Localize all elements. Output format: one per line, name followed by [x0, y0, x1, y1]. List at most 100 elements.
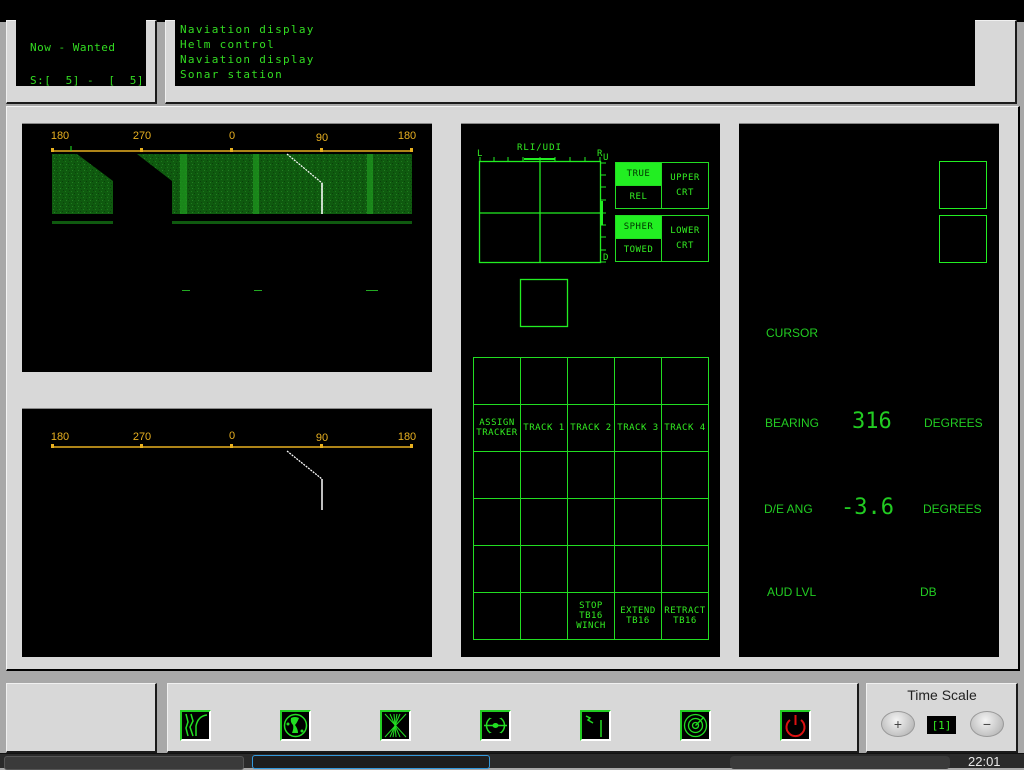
status-header: Now - Wanted	[30, 41, 116, 54]
track-1-button[interactable]: TRACK 1	[520, 404, 568, 452]
grid-cell-label: TRACK 4	[664, 423, 706, 433]
depth-status-box: Now - Wanted S:[ 5] - [ 5] H:[ 55] - [ 1…	[16, 0, 146, 185]
bearing-tick	[51, 444, 54, 448]
grid-cell-empty[interactable]	[520, 498, 568, 546]
contact-trace	[367, 154, 373, 214]
bearing-tick	[51, 148, 54, 152]
history-strip	[52, 221, 113, 224]
lower-waterfall-display[interactable]: 180 270 0 90 180	[22, 408, 432, 657]
grid-cell-empty[interactable]	[473, 357, 521, 405]
history-strip	[172, 221, 412, 224]
time-scale-title: Time Scale	[907, 687, 977, 703]
grid-cell-label: STOP TB16 WINCH	[576, 601, 606, 631]
track-2-button[interactable]: TRACK 2	[567, 404, 615, 452]
cursor-trace	[286, 450, 323, 480]
grid-cell-empty[interactable]	[614, 451, 662, 499]
bearing-tick	[140, 444, 143, 448]
status-row-speed: S:[ 5] - [ 5]	[30, 74, 144, 87]
radar-icon[interactable]	[680, 710, 711, 741]
os-taskbar: 22:01	[0, 753, 1024, 770]
stop-tb16-winch-button[interactable]: STOP TB16 WINCH	[567, 592, 615, 640]
taskbar-active-button[interactable]	[252, 755, 490, 769]
grid-cell-empty[interactable]	[520, 545, 568, 593]
bearing-tick	[230, 444, 233, 448]
log-line: Naviation display	[180, 53, 315, 66]
spher-toggle[interactable]: SPHER	[615, 215, 662, 239]
contact-trace	[180, 154, 187, 214]
waterfall-display-icon[interactable]	[180, 710, 211, 741]
torpedo-launch-icon[interactable]	[580, 710, 611, 741]
bearing-value: 316	[852, 409, 892, 434]
grid-cell-label: TRACK 3	[617, 423, 659, 433]
grid-cell-empty[interactable]	[473, 545, 521, 593]
upper-waterfall-graphic	[51, 146, 413, 291]
contact-marker	[182, 290, 190, 291]
log-line: Helm control	[180, 38, 276, 51]
grid-cell-empty[interactable]	[661, 498, 709, 546]
grid-cell-empty[interactable]	[661, 451, 709, 499]
grid-cell-empty[interactable]	[473, 451, 521, 499]
grid-cell-empty[interactable]	[614, 545, 662, 593]
upper-crt-label: UPPER	[670, 172, 700, 183]
grid-cell-empty[interactable]	[567, 545, 615, 593]
de-ang-unit: DEGREES	[923, 502, 982, 516]
grid-cell-empty[interactable]	[520, 592, 568, 640]
indicator-box-lower	[939, 215, 987, 263]
contact-trace	[253, 154, 259, 214]
lower-waterfall-graphic	[51, 444, 413, 510]
status-box-indicator	[519, 278, 569, 328]
grid-cell-empty[interactable]	[567, 451, 615, 499]
track-3-button[interactable]: TRACK 3	[614, 404, 662, 452]
de-ang-label: D/E ANG	[764, 502, 813, 516]
periscope-icon[interactable]	[480, 710, 511, 741]
grid-cell-label: EXTEND TB16	[620, 606, 656, 626]
grid-cell-label: ASSIGN TRACKER	[476, 418, 518, 438]
bearing-tick	[410, 444, 413, 448]
grid-cell-label: TRACK 1	[523, 423, 565, 433]
waterfall-noise-region	[52, 154, 113, 214]
grid-cell-empty[interactable]	[520, 357, 568, 405]
grid-cell-empty[interactable]	[661, 357, 709, 405]
log-line: Sonar station	[180, 68, 283, 81]
station-toolbar	[167, 683, 859, 753]
bearing-tick	[320, 148, 323, 152]
true-toggle[interactable]: TRUE	[615, 162, 662, 186]
grid-cell-label: TRACK 2	[570, 423, 612, 433]
grid-cell-empty[interactable]	[567, 498, 615, 546]
assign-tracker-button[interactable]: ASSIGN TRACKER	[473, 404, 521, 452]
rel-toggle[interactable]: REL	[615, 185, 662, 209]
upper-crt-label: CRT	[676, 187, 694, 198]
grid-cell-empty[interactable]	[520, 451, 568, 499]
extend-tb16-button[interactable]: EXTEND TB16	[614, 592, 662, 640]
grid-cell-empty[interactable]	[473, 592, 521, 640]
cursor-readout-panel: CURSOR BEARING 316 DEGREES D/E ANG -3.6 …	[739, 123, 999, 657]
grid-cell-empty[interactable]	[567, 357, 615, 405]
grid-cell-empty[interactable]	[473, 498, 521, 546]
retract-tb16-button[interactable]: RETRACT TB16	[661, 592, 709, 640]
track-4-button[interactable]: TRACK 4	[661, 404, 709, 452]
grid-cell-empty[interactable]	[661, 545, 709, 593]
time-scale-increase-button[interactable]: +	[881, 711, 915, 737]
power-icon[interactable]	[780, 710, 811, 741]
indicator-box-upper	[939, 161, 987, 209]
globe-icon[interactable]	[280, 710, 311, 741]
taskbar-clock: 22:01	[968, 754, 1001, 769]
bearing-tick	[230, 148, 233, 152]
cursor-label: CURSOR	[766, 326, 819, 340]
beam-pattern-icon[interactable]	[380, 710, 411, 741]
lower-crt-button[interactable]: LOWER CRT	[661, 215, 709, 262]
sonar-control-panel: RLI/UDI L R U D TRUE REL UPPER CRT SPHER…	[461, 123, 720, 657]
time-scale-decrease-button[interactable]: −	[970, 711, 1004, 737]
bearing-tick	[320, 444, 323, 448]
towed-toggle[interactable]: TOWED	[615, 238, 662, 262]
contact-marker	[254, 290, 262, 291]
grid-cell-empty[interactable]	[614, 498, 662, 546]
station-log: Naviation display Helm control Naviation…	[175, 0, 975, 86]
lower-crt-label: LOWER	[670, 225, 700, 236]
system-tray[interactable]	[730, 756, 950, 769]
upper-crt-button[interactable]: UPPER CRT	[661, 162, 709, 209]
upper-waterfall-display[interactable]: 180 270 0 90 180	[22, 123, 432, 372]
bottom-left-panel	[6, 683, 157, 753]
bearing-tick	[410, 148, 413, 152]
grid-cell-empty[interactable]	[614, 357, 662, 405]
